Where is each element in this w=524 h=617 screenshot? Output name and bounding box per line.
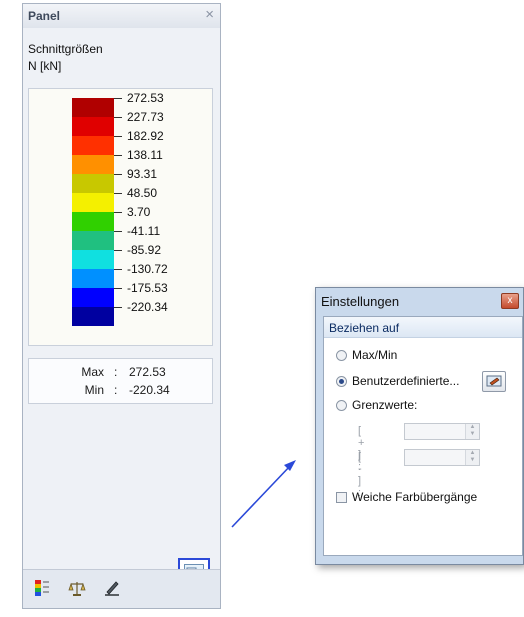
panel-close-icon[interactable]: × [205,7,214,23]
legend-tick [114,135,122,137]
pen-icon[interactable] [103,579,121,597]
legend-swatch [72,231,114,250]
radio-max-min-indicator[interactable] [336,349,347,361]
max-colon: : [114,365,118,379]
results-panel: Panel × Schnittgrößen N [kN] 272.53 227.7… [22,3,221,609]
legend-swatch [72,155,114,174]
legend-entry: -175.53 [114,279,168,297]
result-type-label: Schnittgrößen [28,42,103,56]
legend-entry: 48.50 [114,184,157,202]
legend-entry: -220.34 [114,298,168,316]
edit-colors-icon [486,375,502,387]
dialog-close-icon[interactable]: x [501,293,519,309]
limit-plus-input[interactable]: ▲ ▼ [404,423,480,440]
legend-tick [114,249,122,251]
smooth-gradient-label: Weiche Farbübergänge [352,490,478,504]
min-label: Min [84,383,104,397]
radio-limits[interactable]: Grenzwerte: [336,397,417,413]
legend-value: 272.53 [127,91,164,105]
legend-entry: 272.53 [114,89,164,107]
legend-entry: -41.11 [114,222,160,240]
legend-swatch [72,212,114,231]
legend-tick [114,192,122,194]
legend-value: -175.53 [127,281,168,295]
panel-header: Panel × [23,4,220,29]
min-row: Min : -220.34 [29,383,212,401]
limit-minus-spinner[interactable]: ▲ ▼ [465,450,479,465]
legend-value: 93.31 [127,167,158,181]
legend-entry: 182.92 [114,127,164,145]
edit-colors-button[interactable] [482,371,506,392]
limit-minus-input[interactable]: ▲ ▼ [404,449,480,466]
legend-value: -85.92 [127,243,162,257]
legend-tick [114,230,122,232]
spin-down-icon[interactable]: ▼ [466,457,479,464]
radio-max-min-label: Max/Min [352,348,398,362]
legend-swatch [72,136,114,155]
max-value: 272.53 [129,365,166,379]
panel-footer-toolbar [23,569,220,608]
legend-tick [114,287,122,289]
settings-dialog: Einstellungen x Beziehen auf Max/Min Ben… [315,287,524,565]
legend-entry: 227.73 [114,108,164,126]
panel-title: Panel [28,9,61,23]
legend-color-bar [72,98,114,326]
smooth-gradient-option[interactable]: Weiche Farbübergänge [336,490,477,504]
result-unit-label: N [kN] [28,59,62,73]
legend-swatch [72,307,114,326]
min-value: -220.34 [129,383,170,397]
legend-value: 227.73 [127,110,164,124]
legend-value: -130.72 [127,262,168,276]
legend-value: 182.92 [127,129,164,143]
legend-swatch [72,193,114,212]
radio-limits-indicator[interactable] [336,399,347,411]
legend-value: 138.11 [127,148,163,162]
radio-user-defined-indicator[interactable] [336,375,347,387]
min-colon: : [114,383,118,397]
panel-body: Schnittgrößen N [kN] 272.53 227.73 182.92 1… [23,28,220,588]
radio-user-defined-label: Benutzerdefinierte... [352,374,460,388]
legend-value: 3.70 [127,205,151,219]
legend-tick [114,97,122,99]
legend-tick [114,211,122,213]
legend-value: -220.34 [127,300,168,314]
legend-entry: 138.11 [114,146,163,164]
dialog-content: Beziehen auf Max/Min Benutzerdefinierte.… [323,316,523,556]
legend-tick [114,173,122,175]
min-max-summary: Max : 272.53 Min : -220.34 [28,358,213,404]
radio-max-min[interactable]: Max/Min [336,347,397,363]
color-legend: 272.53 227.73 182.92 138.11 93.31 48.50 3.70 -4… [28,88,213,346]
legend-swatch [72,98,114,117]
legend-entry: -130.72 [114,260,168,278]
spin-up-icon[interactable]: ▲ [466,424,479,431]
legend-swatch [72,174,114,193]
legend-swatch [72,250,114,269]
dialog-title: Einstellungen [321,294,400,309]
legend-entry: 3.70 [114,203,150,221]
legend-tick [114,154,122,156]
legend-tick [114,306,122,308]
legend-swatch [72,269,114,288]
legend-swatch [72,117,114,136]
section-header: Beziehen auf [324,317,522,338]
legend-value: 48.50 [127,186,158,200]
section-title: Beziehen auf [329,321,400,335]
legend-value-labels: 272.53 227.73 182.92 138.11 93.31 48.50 3.70 -4… [114,89,214,345]
spin-up-icon[interactable]: ▲ [466,450,479,457]
color-scale-icon[interactable] [33,579,51,597]
max-label: Max [81,365,104,379]
balance-icon[interactable] [68,579,86,597]
legend-entry: -85.92 [114,241,161,259]
legend-swatch [72,288,114,307]
legend-tick [114,116,122,118]
limit-plus-spinner[interactable]: ▲ ▼ [465,424,479,439]
radio-user-defined[interactable]: Benutzerdefinierte... [336,373,459,389]
smooth-gradient-checkbox[interactable] [336,491,347,503]
spin-down-icon[interactable]: ▼ [466,431,479,438]
legend-entry: 93.31 [114,165,157,183]
legend-value: -41.11 [127,224,161,238]
radio-limits-label: Grenzwerte: [352,398,418,412]
max-row: Max : 272.53 [29,365,212,383]
legend-tick [114,268,122,270]
